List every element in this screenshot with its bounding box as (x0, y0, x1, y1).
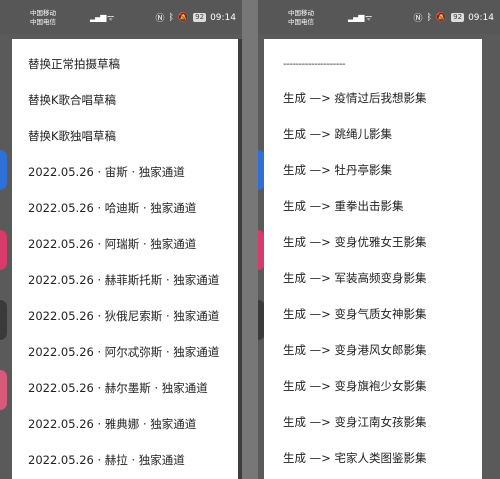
menu-item[interactable]: 生成 —> 变身气质女神影集 (283, 306, 426, 322)
background-edge (238, 39, 242, 479)
menu-item[interactable]: 生成 —> 疫情过后我想影集 (283, 90, 426, 106)
menu-item[interactable]: 生成 —> 重拳出击影集 (283, 198, 403, 214)
menu-item[interactable]: 2022.05.26 · 赫菲斯托斯 · 独家通道 (28, 272, 219, 288)
left-phone-screen: 中国移动 中国电信 ▂▄▆ ᯤ Ⓝ ᛒ 🔕 92 09:14 替换正常拍摄草稿 … (0, 0, 242, 479)
carrier-label-1: 中国移动 (288, 9, 314, 17)
right-phone-screen: 中国移动 中国电信 ▂▄▆ ᯤ Ⓝ ᛒ 🔕 92 09:14 ---------… (258, 0, 500, 479)
clock: 09:14 (468, 12, 494, 23)
status-bar: 中国移动 中国电信 ▂▄▆ ᯤ Ⓝ ᛒ 🔕 92 09:14 (258, 0, 500, 34)
background-decoration (0, 230, 7, 270)
menu-item[interactable]: 生成 —> 军装高频变身影集 (283, 270, 426, 286)
signal-wifi-icon: ▂▄▆ ᯤ (90, 13, 114, 22)
signal-wifi-icon: ▂▄▆ ᯤ (348, 13, 372, 22)
carrier-label-2: 中国电信 (288, 18, 314, 26)
carrier-label-2: 中国电信 (30, 18, 56, 26)
bluetooth-icon: ᛒ (426, 12, 432, 23)
left-menu-sheet: 替换正常拍摄草稿 替换K歌合唱草稿 替换K歌独唱草稿 2022.05.26 · … (12, 39, 238, 479)
menu-item[interactable]: 替换K歌合唱草稿 (28, 92, 116, 108)
menu-item[interactable]: 替换K歌独唱草稿 (28, 128, 116, 144)
status-right-group: Ⓝ ᛒ 🔕 92 09:14 (413, 11, 495, 25)
menu-item[interactable]: 生成 —> 变身港风女郎影集 (283, 342, 426, 358)
menu-item[interactable]: 生成 —> 变身优雅女王影集 (283, 234, 426, 250)
background-decoration (0, 300, 7, 340)
menu-divider: -------------------- (283, 59, 346, 70)
status-right-group: Ⓝ ᛒ 🔕 92 09:14 (155, 11, 237, 25)
menu-item[interactable]: 2022.05.26 · 阿瑞斯 · 独家通道 (28, 236, 196, 252)
menu-item[interactable]: 2022.05.26 · 雅典娜 · 独家通道 (28, 416, 196, 432)
menu-item[interactable]: 2022.05.26 · 赫尔墨斯 · 独家通道 (28, 380, 208, 396)
bluetooth-icon: ᛒ (168, 12, 174, 23)
clock: 09:14 (210, 12, 236, 23)
menu-item[interactable]: 生成 —> 变身江南女孩影集 (283, 414, 426, 430)
menu-item[interactable]: 2022.05.26 · 赫拉 · 独家通道 (28, 452, 185, 468)
carrier-label-1: 中国移动 (30, 9, 56, 17)
battery-icon: 92 (451, 13, 465, 22)
battery-icon: 92 (193, 13, 207, 22)
menu-item[interactable]: 2022.05.26 · 宙斯 · 独家通道 (28, 164, 185, 180)
nfc-icon: Ⓝ (413, 14, 423, 24)
menu-item[interactable]: 生成 —> 跳绳儿影集 (283, 126, 392, 142)
menu-item[interactable]: 生成 —> 宅家人类图鉴影集 (283, 450, 426, 466)
right-menu-sheet: -------------------- 生成 —> 疫情过后我想影集 生成 —… (264, 39, 482, 479)
mute-icon: 🔕 (435, 12, 448, 23)
status-bar: 中国移动 中国电信 ▂▄▆ ᯤ Ⓝ ᛒ 🔕 92 09:14 (0, 0, 242, 34)
menu-item[interactable]: 生成 —> 牡丹亭影集 (283, 162, 392, 178)
mute-icon: 🔕 (177, 12, 190, 23)
nfc-icon: Ⓝ (155, 14, 165, 24)
background-decoration (0, 150, 7, 190)
menu-item[interactable]: 生成 —> 变身旗袍少女影集 (283, 378, 426, 394)
menu-item[interactable]: 2022.05.26 · 哈迪斯 · 独家通道 (28, 200, 196, 216)
menu-item[interactable]: 2022.05.26 · 狄俄尼索斯 · 独家通道 (28, 308, 219, 324)
menu-item[interactable]: 2022.05.26 · 阿尔忒弥斯 · 独家通道 (28, 344, 219, 360)
background-decoration (0, 370, 7, 410)
menu-item[interactable]: 替换正常拍摄草稿 (28, 56, 120, 72)
